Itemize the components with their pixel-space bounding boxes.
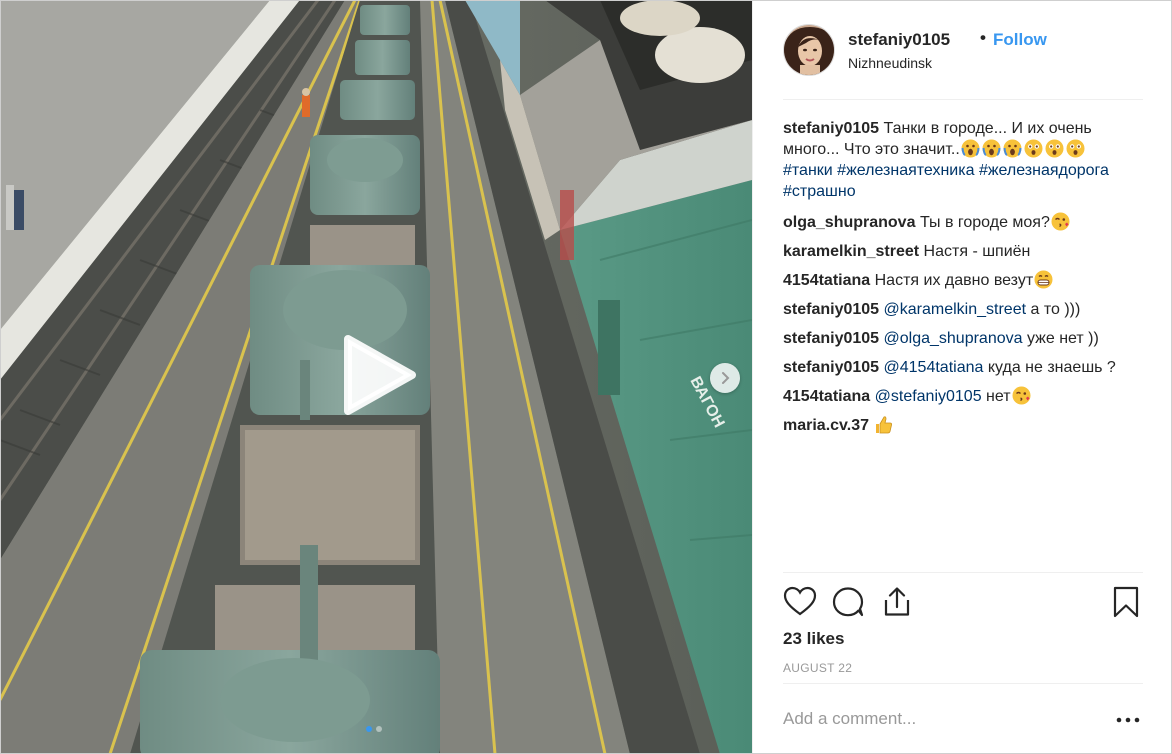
- hashtag-link[interactable]: #танки: [783, 162, 833, 179]
- post-location[interactable]: Nizhneudinsk: [848, 55, 932, 71]
- comment-text: Ты в городе моя?: [919, 214, 1050, 231]
- comment-username[interactable]: 4154tatiana: [783, 272, 870, 289]
- comments-list: stefaniy0105 Танки в городе... И их очен…: [783, 118, 1143, 444]
- post-media[interactable]: ВАГОН: [0, 0, 752, 754]
- astonished-emoji: [1045, 139, 1064, 158]
- carousel-dot: [366, 726, 372, 732]
- post-details-panel: stefaniy0105 • Follow Nizhneudinsk stefa…: [752, 0, 1172, 754]
- comment-item: 4154tatiana @stefaniy0105 нет: [783, 386, 1143, 407]
- comment-input[interactable]: [783, 704, 1103, 734]
- comment-item: stefaniy0105 @karamelkin_street а то ))): [783, 299, 1143, 320]
- likes-count[interactable]: 23 likes: [783, 629, 844, 649]
- comment-text: уже нет )): [1022, 330, 1099, 347]
- comment-text: а то ))): [1026, 301, 1081, 318]
- comment-username[interactable]: maria.cv.37: [783, 417, 869, 434]
- comment-username[interactable]: stefaniy0105: [783, 359, 879, 376]
- carousel-dot: [376, 726, 382, 732]
- comment-item: stefaniy0105 @olga_shupranova уже нет )): [783, 328, 1143, 349]
- comment-item: karamelkin_street Настя - шпиён: [783, 241, 1143, 262]
- comment-username[interactable]: stefaniy0105: [783, 120, 879, 137]
- scream-emoji: [1003, 139, 1022, 158]
- comment-text: Настя - шпиён: [923, 243, 1031, 260]
- comment-username[interactable]: 4154tatiana: [783, 388, 870, 405]
- kiss-wink-emoji: [1051, 212, 1070, 231]
- astonished-emoji: [1066, 139, 1085, 158]
- share-icon[interactable]: [880, 585, 914, 619]
- post-date: AUGUST 22: [783, 661, 853, 675]
- post-header: stefaniy0105 • Follow Nizhneudinsk: [783, 22, 1143, 100]
- comment-item: maria.cv.37: [783, 415, 1143, 436]
- post-actions: 23 likes AUGUST 22: [783, 572, 1143, 682]
- comment-text: куда не знаешь ?: [983, 359, 1116, 376]
- post-author-username[interactable]: stefaniy0105: [848, 30, 950, 50]
- kiss-wink-emoji: [1012, 386, 1031, 405]
- play-icon: [344, 335, 416, 415]
- comment-item: stefaniy0105 @4154tatiana куда не знаешь…: [783, 357, 1143, 378]
- scream-emoji: [961, 139, 980, 158]
- grin-emoji: [1034, 270, 1053, 289]
- mention-link[interactable]: @stefaniy0105: [875, 388, 982, 405]
- heart-icon[interactable]: [783, 585, 817, 619]
- thumbs-up-emoji: [874, 415, 893, 434]
- comment-text: нет: [981, 388, 1011, 405]
- mention-link[interactable]: @4154tatiana: [884, 359, 984, 376]
- hashtag-link[interactable]: #страшно: [783, 183, 856, 200]
- comment-username[interactable]: olga_shupranova: [783, 214, 915, 231]
- carousel-indicator: [366, 726, 382, 732]
- comment-icon[interactable]: [831, 585, 865, 619]
- separator-bullet: •: [980, 28, 986, 47]
- comment-item: olga_shupranova Ты в городе моя?: [783, 212, 1143, 233]
- bookmark-icon[interactable]: [1109, 585, 1143, 619]
- play-button[interactable]: [333, 330, 423, 420]
- chevron-right-icon: [722, 372, 730, 384]
- mention-link[interactable]: @olga_shupranova: [884, 330, 1023, 347]
- add-comment-bar: [783, 683, 1143, 754]
- more-options-icon[interactable]: [1115, 710, 1141, 730]
- comment-text: Настя их давно везут: [874, 272, 1034, 289]
- follow-button[interactable]: Follow: [993, 30, 1047, 50]
- mention-link[interactable]: @karamelkin_street: [884, 301, 1027, 318]
- carousel-next-button[interactable]: [710, 363, 740, 393]
- post-caption: stefaniy0105 Танки в городе... И их очен…: [783, 118, 1143, 202]
- hashtag-link[interactable]: #железнаятехника: [837, 162, 974, 179]
- comment-username[interactable]: stefaniy0105: [783, 330, 879, 347]
- hashtag-link[interactable]: #железнаядорога: [979, 162, 1109, 179]
- scream-emoji: [982, 139, 1001, 158]
- avatar[interactable]: [783, 24, 835, 76]
- comment-username[interactable]: stefaniy0105: [783, 301, 879, 318]
- comment-username[interactable]: karamelkin_street: [783, 243, 919, 260]
- astonished-emoji: [1024, 139, 1043, 158]
- comment-item: 4154tatiana Настя их давно везут: [783, 270, 1143, 291]
